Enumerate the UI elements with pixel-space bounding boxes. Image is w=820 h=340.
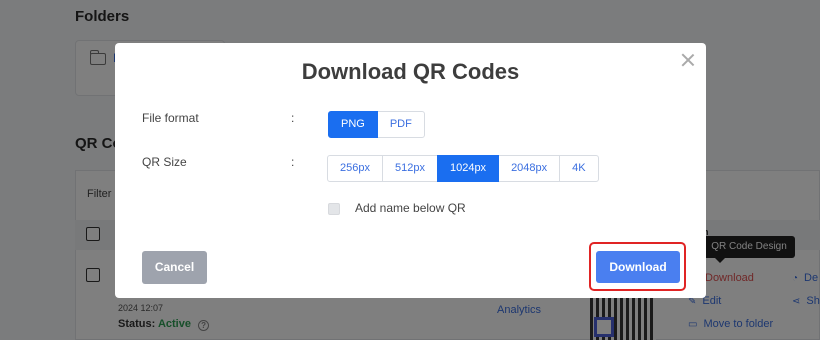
size-1024-button[interactable]: 1024px — [436, 155, 500, 182]
download-button[interactable]: Download — [596, 251, 680, 283]
qr-size-selector: 256px 512px 1024px 2048px 4K — [327, 155, 599, 182]
qr-size-colon: : — [291, 155, 295, 169]
add-name-checkbox[interactable] — [328, 203, 340, 215]
file-format-colon: : — [291, 111, 295, 125]
size-512-button[interactable]: 512px — [381, 155, 438, 182]
cancel-button[interactable]: Cancel — [142, 251, 207, 284]
size-4k-button[interactable]: 4K — [559, 155, 599, 182]
format-png-button[interactable]: PNG — [328, 111, 378, 138]
format-pdf-button[interactable]: PDF — [376, 111, 425, 138]
size-256-button[interactable]: 256px — [327, 155, 383, 182]
file-format-selector: PNG PDF — [328, 111, 425, 138]
size-2048-button[interactable]: 2048px — [498, 155, 561, 182]
add-name-label[interactable]: Add name below QR — [355, 201, 466, 215]
download-qr-codes-modal: Download QR Codes File format : PNG PDF … — [115, 43, 706, 298]
file-format-label: File format — [142, 111, 199, 125]
modal-title: Download QR Codes — [301, 59, 520, 84]
qr-size-label: QR Size — [142, 155, 187, 169]
